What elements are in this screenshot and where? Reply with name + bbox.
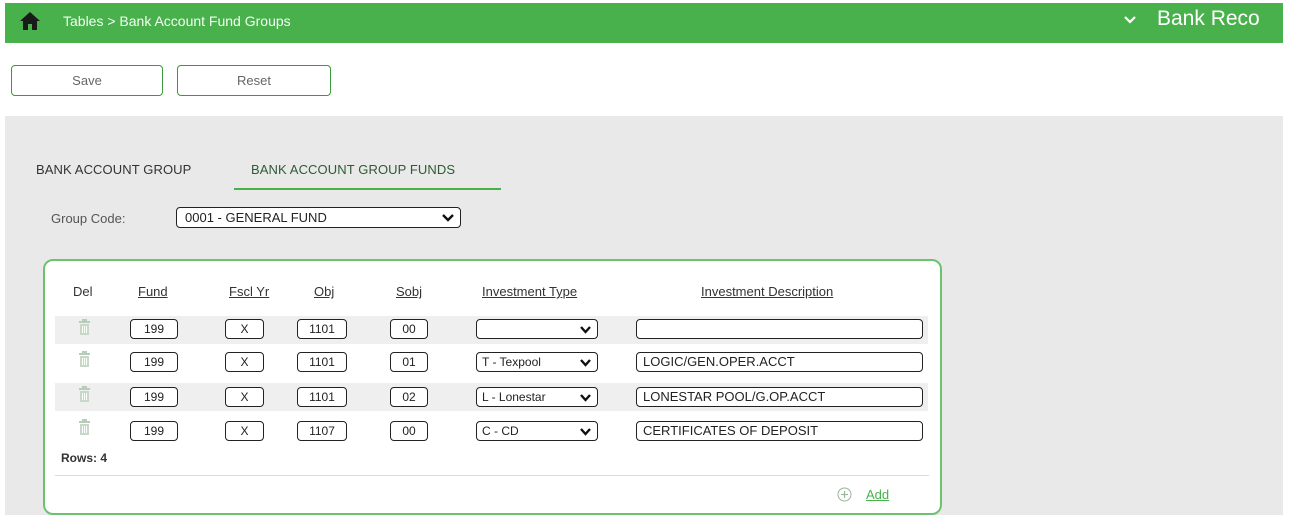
trash-icon[interactable] [78,419,91,435]
group-code-select[interactable]: 0001 - GENERAL FUND [176,207,461,228]
trash-icon[interactable] [78,319,91,335]
investment-type-value: L - Lonestar [482,390,546,404]
fund-input[interactable]: 199 [130,352,178,372]
reset-button[interactable]: Reset [177,65,331,96]
save-button[interactable]: Save [11,65,163,96]
investment-type-select[interactable]: C - CD [476,421,598,441]
investment-type-select[interactable]: T - Texpool [476,352,598,372]
chevron-down-icon [579,393,592,402]
investment-type-value: T - Texpool [482,355,541,369]
sobj-input[interactable]: 01 [390,352,428,372]
investment-description-input[interactable]: LOGIC/GEN.OPER.ACCT [636,352,923,372]
fscl-yr-input[interactable]: X [225,352,264,372]
header-investment-description[interactable]: Investment Description [701,284,833,299]
chevron-down-icon [579,427,592,436]
fund-input[interactable]: 199 [130,421,178,441]
fund-input[interactable]: 199 [130,319,178,339]
obj-input[interactable]: 1107 [297,421,347,441]
sobj-input[interactable]: 00 [390,319,428,339]
fscl-yr-input[interactable]: X [225,319,264,339]
sobj-input[interactable]: 02 [390,387,428,407]
fscl-yr-input[interactable]: X [225,387,264,407]
obj-input[interactable]: 1101 [297,319,347,339]
header-del: Del [73,284,93,299]
plus-circle-icon[interactable] [837,487,852,502]
investment-type-select[interactable] [476,319,598,339]
obj-input[interactable]: 1101 [297,352,347,372]
obj-input[interactable]: 1101 [297,387,347,407]
top-bar: Tables > Bank Account Fund Groups Bank R… [5,3,1283,43]
header-fscl-yr[interactable]: Fscl Yr [229,284,269,299]
divider [55,475,929,476]
window-edge [1283,0,1300,515]
investment-description-input[interactable]: CERTIFICATES OF DEPOSIT [636,421,923,441]
tab-bank-account-group-funds[interactable]: BANK ACCOUNT GROUP FUNDS [251,162,455,177]
fscl-yr-input[interactable]: X [225,421,264,441]
breadcrumb: Tables > Bank Account Fund Groups [63,13,291,29]
sobj-input[interactable]: 00 [390,421,428,441]
chevron-down-icon [579,325,592,334]
trash-icon[interactable] [78,351,91,367]
active-tab-indicator [234,188,501,190]
chevron-down-icon [579,358,592,367]
add-row-link[interactable]: Add [866,487,889,502]
group-code-label: Group Code: [51,211,126,226]
header-obj[interactable]: Obj [314,284,334,299]
header-investment-type[interactable]: Investment Type [482,284,577,299]
chevron-down-icon [442,214,454,222]
investment-type-select[interactable]: L - Lonestar [476,387,598,407]
rows-count: Rows: 4 [61,451,108,465]
fund-input[interactable]: 199 [130,387,178,407]
chevron-down-icon[interactable] [1123,15,1137,25]
investment-description-input[interactable]: LONESTAR POOL/G.OP.ACCT [636,387,923,407]
home-icon[interactable] [19,11,41,31]
group-code-value: 0001 - GENERAL FUND [185,210,327,225]
trash-icon[interactable] [78,386,91,402]
investment-type-value: C - CD [482,424,519,438]
investment-description-input[interactable] [636,319,923,339]
module-title[interactable]: Bank Reco [1157,7,1283,31]
toolbar: Save Reset [5,43,1283,116]
header-fund[interactable]: Fund [138,284,168,299]
tab-bank-account-group[interactable]: BANK ACCOUNT GROUP [36,162,191,177]
header-sobj[interactable]: Sobj [396,284,422,299]
